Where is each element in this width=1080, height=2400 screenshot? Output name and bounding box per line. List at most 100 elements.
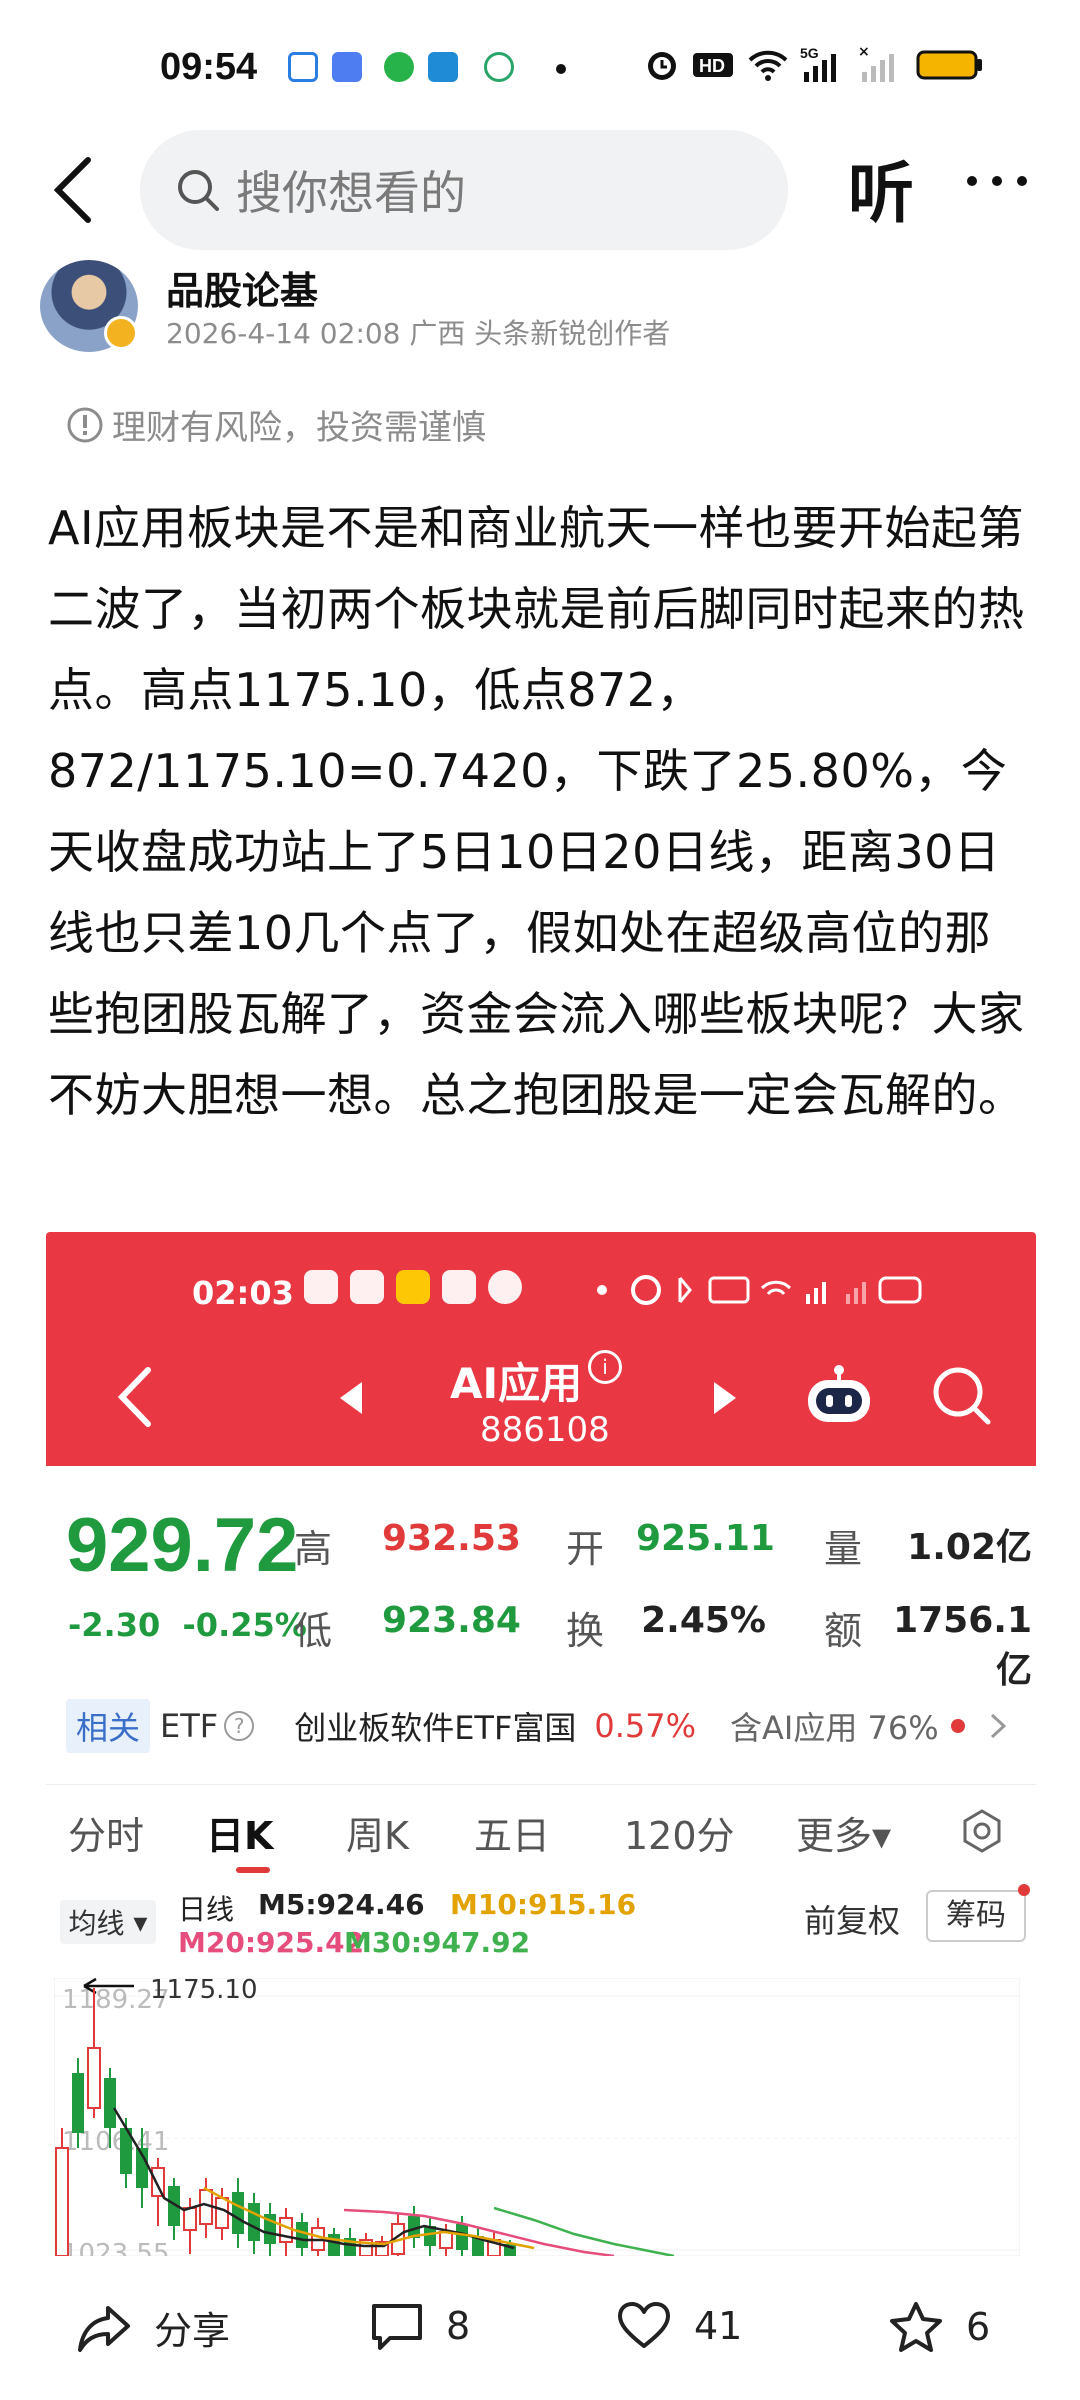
peak-label: 1175.10 bbox=[150, 1978, 258, 2005]
battery-icon bbox=[916, 50, 982, 80]
turnover-label: 换 bbox=[566, 1609, 605, 1653]
info-icon bbox=[67, 407, 103, 442]
alarm-icon bbox=[648, 52, 676, 80]
search-input[interactable]: 搜你想看的 bbox=[140, 130, 788, 250]
quote-panel: 929.72 -2.30 -0.25% 高 932.53 开 925.11 量 … bbox=[46, 1466, 1036, 1691]
quote-header: 02:03 AI应用 i 886108 bbox=[46, 1232, 1036, 1466]
image-back-icon bbox=[117, 1367, 151, 1427]
more-notifications-icon bbox=[556, 64, 566, 74]
image-status-right-icons bbox=[594, 1272, 924, 1314]
verified-badge-icon bbox=[104, 316, 138, 350]
active-tab-indicator bbox=[236, 1867, 270, 1873]
svg-text:5G: 5G bbox=[800, 45, 819, 61]
low-value: 923.84 bbox=[382, 1600, 521, 1641]
etf-ai-share: 含AI应用 76% bbox=[730, 1709, 939, 1747]
comment-count: 8 bbox=[446, 2304, 471, 2348]
author-header: 品股论基 2026-4-14 02:08 广西 头条新锐创作者 bbox=[40, 260, 1040, 360]
period-tabs: 分时 日K 周K 五日 120分 更多▾ bbox=[46, 1784, 1036, 1878]
ma20-value: M20:925.42 bbox=[178, 1926, 365, 1959]
bottom-action-bar: 分享 8 41 6 bbox=[0, 2256, 1080, 2400]
amount-label: 额 bbox=[824, 1609, 863, 1653]
app-notification-icon bbox=[384, 52, 414, 82]
image-board-code: 886108 bbox=[480, 1410, 610, 1450]
hd-icon: HD bbox=[693, 53, 733, 77]
app-notification-icon bbox=[484, 52, 514, 82]
comment-icon bbox=[372, 2304, 422, 2350]
turnover-value: 2.45% bbox=[641, 1600, 766, 1641]
ma-selector: 均线 ▾ bbox=[60, 1900, 156, 1944]
share-label: 分享 bbox=[154, 2309, 231, 2353]
tab-120min: 120分 bbox=[624, 1814, 735, 1858]
volume-label: 量 bbox=[824, 1527, 863, 1571]
image-board-title: AI应用 bbox=[450, 1359, 583, 1408]
signal-sim2-icon: × bbox=[858, 44, 894, 82]
status-time: 09:54 bbox=[160, 46, 258, 88]
etf-label: ETF bbox=[160, 1707, 219, 1745]
search-placeholder: 搜你想看的 bbox=[236, 166, 466, 220]
tab-daily-k: 日K bbox=[206, 1814, 274, 1858]
image-prev-icon bbox=[340, 1382, 362, 1414]
etf-change: 0.57% bbox=[594, 1707, 697, 1745]
image-status-icons bbox=[304, 1270, 522, 1304]
etf-name: 创业板软件ETF富国 bbox=[294, 1709, 577, 1747]
svg-text:×: × bbox=[858, 44, 870, 60]
amount-value: 1756.1亿 bbox=[893, 1600, 1032, 1691]
low-label: 低 bbox=[294, 1609, 333, 1653]
more-options-icon[interactable] bbox=[962, 146, 1032, 216]
article-body: AI应用板块是不是和商业航天一样也要开始起第二波了，当初两个板块就是前后脚同时起… bbox=[48, 501, 1025, 1122]
gear-icon bbox=[963, 1809, 1001, 1853]
image-title-info-icon: i bbox=[588, 1350, 622, 1384]
image-search-icon bbox=[933, 1367, 991, 1425]
article-image[interactable]: 02:03 AI应用 i 886108 929.72 -2.30 -0.25% … bbox=[46, 1232, 1036, 2256]
top-bar: 搜你想看的 听 bbox=[0, 120, 1080, 260]
wifi-icon bbox=[748, 50, 788, 81]
share-icon bbox=[78, 2305, 130, 2352]
listen-button[interactable]: 听 bbox=[848, 140, 914, 236]
image-next-icon bbox=[714, 1382, 736, 1414]
tab-five-day: 五日 bbox=[474, 1814, 551, 1858]
comment-button[interactable]: 8 bbox=[370, 2300, 470, 2352]
app-notification-icon bbox=[428, 52, 458, 82]
favorite-count: 6 bbox=[966, 2305, 991, 2349]
open-value: 925.11 bbox=[636, 1518, 775, 1559]
high-value: 932.53 bbox=[382, 1518, 521, 1559]
adjust-mode: 前复权 bbox=[804, 1902, 901, 1940]
like-button[interactable]: 41 bbox=[616, 2300, 742, 2352]
risk-notice: 理财有风险，投资需谨慎 bbox=[66, 400, 486, 449]
chevron-right-icon bbox=[990, 1713, 1006, 1739]
author-meta: 2026-4-14 02:08 广西 头条新锐创作者 bbox=[166, 317, 671, 350]
kline-chart: 1189.27 1106.41 1023.55 1175.10 bbox=[54, 1978, 1020, 2256]
back-button[interactable] bbox=[40, 150, 110, 230]
star-icon bbox=[890, 2302, 942, 2352]
high-label: 高 bbox=[294, 1527, 333, 1571]
tab-more: 更多▾ bbox=[796, 1814, 892, 1858]
kline-panel: 均线 ▾ 日线 M5:924.46 M10:915.16 M20:925.42 … bbox=[46, 1878, 1036, 2256]
app-notification-icon bbox=[288, 52, 318, 82]
open-label: 开 bbox=[566, 1527, 605, 1571]
chip-dot-icon bbox=[1018, 1884, 1030, 1896]
like-count: 41 bbox=[694, 2304, 743, 2348]
svg-text:HD: HD bbox=[699, 56, 725, 76]
ma-period: 日线 bbox=[178, 1893, 235, 1926]
risk-notice-text: 理财有风险，投资需谨慎 bbox=[112, 408, 486, 448]
etf-dot-icon bbox=[950, 1719, 965, 1733]
ma10-value: M10:915.16 bbox=[450, 1888, 637, 1921]
volume-value: 1.02亿 bbox=[907, 1527, 1032, 1568]
image-change: -2.30 -0.25% bbox=[68, 1606, 307, 1644]
heart-icon bbox=[618, 2302, 670, 2348]
image-price: 929.72 bbox=[66, 1503, 299, 1588]
share-button[interactable]: 分享 bbox=[76, 2300, 230, 2355]
status-bar: 09:54 HD 5G × bbox=[0, 0, 1080, 120]
favorite-button[interactable]: 6 bbox=[888, 2300, 990, 2354]
tab-weekly-k: 周K bbox=[346, 1814, 409, 1858]
image-robot-icon bbox=[808, 1365, 870, 1422]
search-icon bbox=[178, 170, 219, 211]
author-name[interactable]: 品股论基 bbox=[166, 260, 318, 315]
app-notification-icon bbox=[332, 52, 362, 82]
axis-bottom-label: 1023.55 bbox=[62, 2239, 170, 2256]
etf-help-icon: ? bbox=[224, 1711, 255, 1741]
related-tag: 相关 bbox=[66, 1699, 151, 1753]
tab-intraday: 分时 bbox=[68, 1814, 145, 1858]
related-etf-row: 相关 ETF ? 创业板软件ETF富国 0.57% 含AI应用 76% bbox=[46, 1686, 1036, 1766]
signal-5g-icon: 5G bbox=[800, 45, 836, 82]
